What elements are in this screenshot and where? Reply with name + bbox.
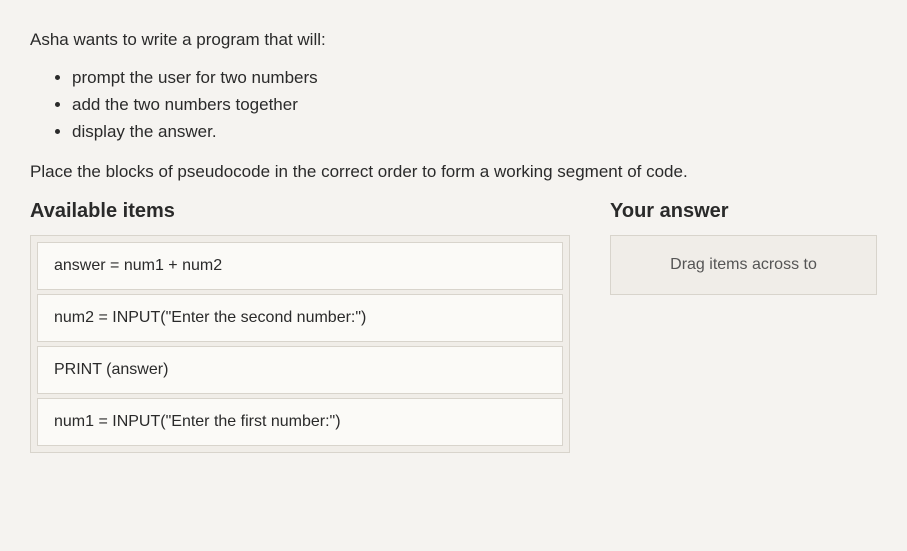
available-items-container: answer = num1 + num2 num2 = INPUT("Enter… bbox=[30, 235, 570, 453]
requirement-item: prompt the user for two numbers bbox=[72, 64, 877, 91]
intro-text: Asha wants to write a program that will: bbox=[30, 30, 877, 50]
pseudocode-block[interactable]: answer = num1 + num2 bbox=[37, 242, 563, 290]
available-items-heading: Available items bbox=[30, 200, 570, 223]
requirement-item: display the answer. bbox=[72, 118, 877, 145]
requirement-item: add the two numbers together bbox=[72, 91, 877, 118]
requirements-list: prompt the user for two numbers add the … bbox=[30, 64, 877, 146]
instruction-text: Place the blocks of pseudocode in the co… bbox=[30, 162, 877, 182]
your-answer-heading: Your answer bbox=[610, 200, 877, 223]
pseudocode-block[interactable]: PRINT (answer) bbox=[37, 346, 563, 394]
pseudocode-block[interactable]: num1 = INPUT("Enter the first number:") bbox=[37, 398, 563, 446]
pseudocode-block[interactable]: num2 = INPUT("Enter the second number:") bbox=[37, 294, 563, 342]
answer-drop-zone[interactable]: Drag items across to bbox=[610, 235, 877, 295]
